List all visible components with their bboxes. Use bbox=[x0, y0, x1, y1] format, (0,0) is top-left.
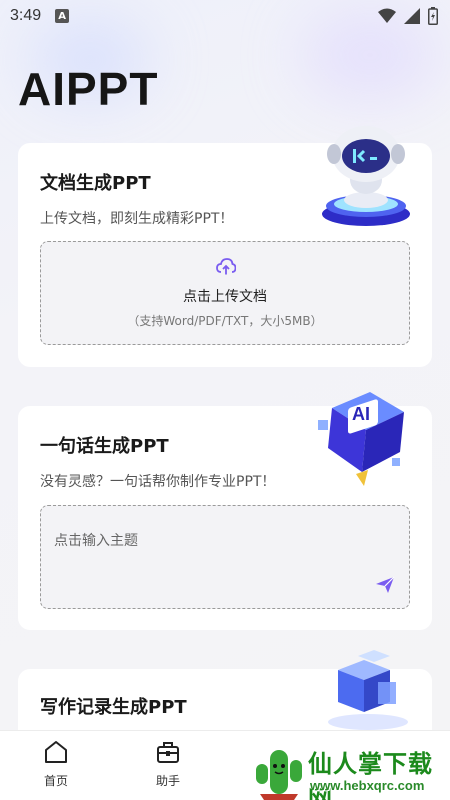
robot-illustration bbox=[322, 126, 410, 226]
doc-card-subtitle: 上传文档，即刻生成精彩PPT！ bbox=[40, 211, 234, 227]
status-time: 3:49 bbox=[10, 7, 42, 24]
upload-document-area[interactable]: 点击上传文档 （支持Word/PDF/TXT，大小5MB） bbox=[40, 241, 410, 345]
tab-assistant[interactable]: 助手 bbox=[133, 739, 203, 789]
notification-badge: A bbox=[55, 9, 70, 23]
tab-home[interactable]: 首页 bbox=[21, 739, 91, 789]
ai-cube-illustration: AI bbox=[318, 392, 404, 486]
cubes-illustration bbox=[328, 650, 408, 730]
notes-card-title: 写作记录生成PPT bbox=[40, 697, 187, 718]
status-icons bbox=[378, 7, 438, 25]
battery-icon bbox=[428, 7, 438, 25]
doc-card-title: 文档生成PPT bbox=[40, 173, 151, 194]
upload-document-label: 点击上传文档 bbox=[183, 289, 267, 305]
topic-input-placeholder: 点击输入主题 bbox=[54, 533, 138, 549]
tab-home-label: 首页 bbox=[43, 774, 68, 788]
status-bar: 3:49 A bbox=[0, 0, 450, 32]
cactus-logo-icon bbox=[256, 750, 302, 800]
cloud-upload-icon bbox=[216, 258, 236, 275]
home-icon bbox=[45, 741, 67, 763]
send-icon[interactable] bbox=[375, 576, 395, 594]
wifi-icon bbox=[378, 8, 396, 23]
toolbox-icon bbox=[157, 742, 179, 763]
topic-input[interactable]: 点击输入主题 bbox=[40, 505, 410, 609]
site-watermark: 仙人掌下载网 www.hebxqrc.com bbox=[250, 740, 450, 800]
watermark-url: www.hebxqrc.com bbox=[310, 778, 425, 793]
svg-text:AI: AI bbox=[352, 404, 370, 424]
sentence-card-title: 一句话生成PPT bbox=[40, 436, 169, 457]
signal-icon bbox=[404, 8, 420, 24]
tab-assistant-label: 助手 bbox=[155, 774, 180, 788]
app-title: AIPPT bbox=[18, 63, 159, 115]
upload-format-hint: （支持Word/PDF/TXT，大小5MB） bbox=[127, 314, 323, 328]
sentence-card-subtitle: 没有灵感？一句话帮你制作专业PPT！ bbox=[40, 474, 276, 490]
